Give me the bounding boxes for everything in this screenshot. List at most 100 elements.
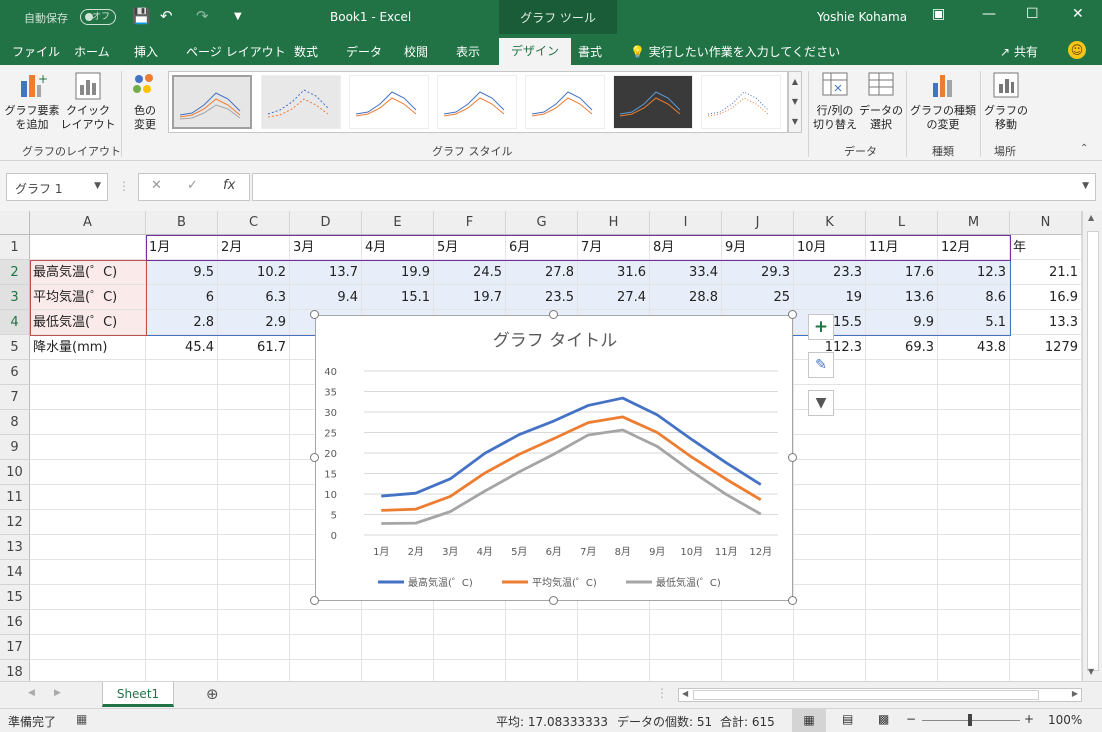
- cell[interactable]: 平均気温(゜C): [30, 285, 146, 310]
- tab-format[interactable]: 書式: [578, 43, 602, 60]
- share-button[interactable]: ↗ 共有: [1000, 43, 1038, 60]
- cell[interactable]: 10.2: [218, 260, 290, 285]
- row-header[interactable]: 15: [0, 585, 30, 610]
- horizontal-scrollbar[interactable]: ◀ ▶: [678, 688, 1082, 702]
- change-colors-button[interactable]: 色の 変更: [124, 71, 166, 132]
- gallery-more-icon[interactable]: ▼: [792, 117, 798, 126]
- resize-handle[interactable]: [310, 596, 319, 605]
- cell[interactable]: [30, 585, 146, 610]
- cell[interactable]: [30, 460, 146, 485]
- scroll-down-icon[interactable]: ▼: [792, 97, 798, 106]
- cell[interactable]: 19.7: [434, 285, 506, 310]
- cell[interactable]: 10月: [794, 235, 866, 260]
- sheet-tab-sheet1[interactable]: Sheet1: [102, 682, 174, 707]
- chart-style-thumbnail[interactable]: [261, 75, 341, 129]
- row-header[interactable]: 10: [0, 460, 30, 485]
- cell[interactable]: 25: [722, 285, 794, 310]
- cell[interactable]: 19.9: [362, 260, 434, 285]
- cell[interactable]: [1010, 385, 1082, 410]
- chart-style-thumbnail[interactable]: [437, 75, 517, 129]
- cell[interactable]: 27.4: [578, 285, 650, 310]
- cell[interactable]: [794, 560, 866, 585]
- column-header[interactable]: F: [434, 211, 506, 235]
- cell[interactable]: [866, 610, 938, 635]
- cell[interactable]: [938, 610, 1010, 635]
- cell[interactable]: [146, 660, 218, 681]
- resize-handle[interactable]: [788, 453, 797, 462]
- chart-elements-plus-icon[interactable]: +: [808, 314, 834, 340]
- cell[interactable]: 6月: [506, 235, 578, 260]
- cell[interactable]: [866, 360, 938, 385]
- cell[interactable]: [434, 660, 506, 681]
- cell[interactable]: [146, 585, 218, 610]
- cell[interactable]: 2月: [218, 235, 290, 260]
- page-break-view-icon[interactable]: ▩: [878, 712, 889, 726]
- row-header[interactable]: 13: [0, 535, 30, 560]
- cell[interactable]: 13.3: [1010, 310, 1082, 335]
- scroll-right-icon[interactable]: ▶: [1072, 689, 1078, 698]
- cell[interactable]: [722, 635, 794, 660]
- scroll-up-icon[interactable]: ▲: [792, 77, 798, 86]
- cell[interactable]: [218, 510, 290, 535]
- scroll-down-icon[interactable]: ▼: [1088, 667, 1094, 676]
- tab-file[interactable]: ファイル: [12, 43, 60, 60]
- cancel-icon[interactable]: ✕: [151, 178, 162, 193]
- column-header[interactable]: C: [218, 211, 290, 235]
- move-chart-button[interactable]: グラフの 移動: [984, 71, 1028, 132]
- cell[interactable]: [866, 435, 938, 460]
- scroll-left-icon[interactable]: ◀: [682, 689, 688, 698]
- cell[interactable]: 8月: [650, 235, 722, 260]
- cell[interactable]: [30, 635, 146, 660]
- legend-label[interactable]: 平均気温(゜C): [532, 576, 597, 589]
- legend-label[interactable]: 最低気温(゜C): [656, 576, 721, 589]
- cell[interactable]: 11月: [866, 235, 938, 260]
- cell[interactable]: [938, 410, 1010, 435]
- macro-record-icon[interactable]: ▦: [76, 712, 87, 726]
- minimize-icon[interactable]: —: [982, 6, 996, 22]
- resize-handle[interactable]: [788, 596, 797, 605]
- chart-title[interactable]: グラフ タイトル: [493, 331, 617, 351]
- cell[interactable]: [1010, 485, 1082, 510]
- quick-layout-button[interactable]: クイック レイアウト: [60, 71, 116, 132]
- cell[interactable]: [866, 660, 938, 681]
- cell[interactable]: [866, 460, 938, 485]
- cell[interactable]: [30, 560, 146, 585]
- cell[interactable]: [146, 560, 218, 585]
- cell[interactable]: [866, 385, 938, 410]
- cell[interactable]: [722, 610, 794, 635]
- tab-formulas[interactable]: 数式: [294, 43, 318, 60]
- cell[interactable]: [794, 485, 866, 510]
- scrollbar-thumb[interactable]: [1087, 231, 1099, 671]
- insert-function-icon[interactable]: fx: [223, 178, 235, 193]
- row-header[interactable]: 11: [0, 485, 30, 510]
- cell[interactable]: 23.5: [506, 285, 578, 310]
- tab-home[interactable]: ホーム: [74, 43, 110, 60]
- row-header[interactable]: 3: [0, 285, 30, 310]
- cell[interactable]: 9.5: [146, 260, 218, 285]
- cell[interactable]: [1010, 585, 1082, 610]
- cell[interactable]: [938, 510, 1010, 535]
- row-header[interactable]: 5: [0, 335, 30, 360]
- tab-data[interactable]: データ: [346, 43, 382, 60]
- cell[interactable]: [30, 410, 146, 435]
- cell[interactable]: [650, 635, 722, 660]
- cell[interactable]: [434, 610, 506, 635]
- cell[interactable]: 6.3: [218, 285, 290, 310]
- new-sheet-icon[interactable]: ⊕: [206, 685, 219, 703]
- resize-handle[interactable]: [549, 310, 558, 319]
- scroll-up-icon[interactable]: ▲: [1088, 213, 1094, 222]
- cell[interactable]: [218, 360, 290, 385]
- cell[interactable]: [434, 635, 506, 660]
- cell[interactable]: 12.3: [938, 260, 1010, 285]
- cell[interactable]: [794, 610, 866, 635]
- resize-handle[interactable]: [310, 310, 319, 319]
- cell[interactable]: 9.4: [290, 285, 362, 310]
- series-line[interactable]: [381, 396, 762, 498]
- cell[interactable]: [362, 610, 434, 635]
- cell[interactable]: [794, 635, 866, 660]
- cell[interactable]: 9月: [722, 235, 794, 260]
- cell[interactable]: 5月: [434, 235, 506, 260]
- cell[interactable]: [794, 585, 866, 610]
- cell[interactable]: 1279: [1010, 335, 1082, 360]
- feedback-smiley-icon[interactable]: ☺: [1068, 41, 1086, 59]
